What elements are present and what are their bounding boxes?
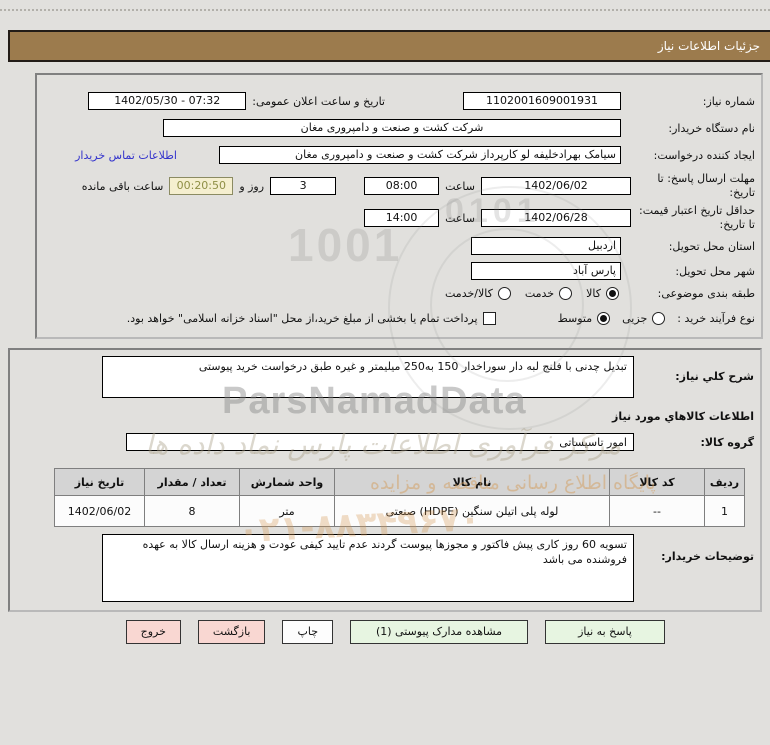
radio-option-service[interactable]: خدمت [524,287,573,300]
treasury-checkbox-option[interactable]: پرداخت تمام یا بخشی از مبلغ خرید،از محل … [127,312,496,325]
row-price-validity: حداقل تاریخ اعتبار قیمت: تا تاریخ: 1402/… [43,204,755,232]
top-divider [0,9,770,11]
respond-to-need-button[interactable]: پاسخ به نیاز [545,620,665,644]
announce-label: تاریخ و ساعت اعلان عمومی: [252,94,385,108]
reply-deadline-hour-label: ساعت [445,179,475,193]
action-buttons: پاسخ به نیاز مشاهده مدارک پیوستی (1) چاپ… [0,620,770,644]
goods-section-title: اطلاعات كالاهاي مورد نياز [612,410,754,423]
announce-field[interactable]: 07:32 - 1402/05/30 [88,92,247,110]
cell-row-no: 1 [704,495,745,527]
radio-icon[interactable] [606,287,619,300]
process-type-label: نوع فرآیند خرید : [677,312,755,325]
radio-option-label: جزیی [622,312,648,325]
radio-icon[interactable] [559,287,573,300]
exit-button[interactable]: خروج [125,620,181,644]
reply-deadline-time-field[interactable]: 08:00 [364,177,440,195]
radio-option-label: کالا/خدمت [445,287,493,300]
col-header-row-no: ردیف [704,468,745,496]
row-process-type: نوع فرآیند خرید : جزیی متوسط پرداخت تمام… [43,312,755,325]
classification-label: طبقه بندی موضوعی: [657,287,755,300]
buyer-notes-label: توضيحات خريدار: [661,550,754,563]
province-label: استان محل تحویل: [668,239,755,253]
cell-unit: متر [239,495,335,527]
buyer-org-field[interactable]: شرکت کشت و صنعت و دامپروری مغان [163,119,621,137]
radio-icon[interactable] [597,312,611,325]
row-classification: طبقه بندی موضوعی: کالا خدمت کالا/خدمت [43,287,755,300]
radio-option-label: خدمت [524,287,555,300]
price-validity-label: حداقل تاریخ اعتبار قیمت: تا تاریخ: [639,204,755,231]
col-header-item-code: کد کالا [609,468,705,496]
goods-group-field[interactable]: امور تاسیساتی [126,433,634,451]
row-need-number: شماره نیاز: 1102001609001931 تاریخ و ساع… [43,92,755,110]
cell-need-date: 1402/06/02 [54,495,145,527]
goods-table-header-row: ردیف کد کالا نام کالا واحد شمارش تعداد /… [54,468,745,496]
radio-option-medium[interactable]: متوسط [558,312,611,325]
radio-icon[interactable] [652,312,666,325]
creator-field[interactable]: سیامک بهرادخلیفه لو کارپرداز شرکت کشت و … [219,146,621,164]
creator-label: ایجاد کننده درخواست: [653,148,755,162]
col-header-quantity: تعداد / مقدار [144,468,240,496]
days-label: روز و [239,179,265,193]
need-content-panel: شرح کلي نياز: تبدیل چدنی با فلنج لبه دار… [8,348,762,612]
need-description-field[interactable]: تبدیل چدنی با فلنج لبه دار سوراخدار 150 … [102,356,634,398]
need-details-panel: شماره نیاز: 1102001609001931 تاریخ و ساع… [35,73,763,339]
radio-option-goods-service[interactable]: کالا/خدمت [445,287,511,300]
radio-option-label: کالا [586,287,601,300]
col-header-item-name: نام کالا [334,468,610,496]
city-field[interactable]: پارس آباد [471,262,621,280]
price-validity-date-field[interactable]: 1402/06/28 [481,209,631,227]
row-city: شهر محل تحویل: پارس آباد [43,262,755,280]
buyer-contact-link[interactable]: اطلاعات تماس خریدار [75,149,177,162]
province-field[interactable]: اردبیل [471,237,621,255]
treasury-checkbox-label: پرداخت تمام یا بخشی از مبلغ خرید،از محل … [126,312,478,325]
cell-item-code: -- [609,495,705,527]
print-button[interactable]: چاپ [282,620,333,644]
buyer-org-label: نام دستگاه خریدار: [668,121,755,135]
time-remaining-badge: 00:20:50 [169,177,234,195]
col-header-unit: واحد شمارش [239,468,335,496]
goods-group-label: گروه کالا: [700,436,754,449]
cell-item-name: لوله پلی اتیلن سنگین (HDPE) صنعتی [334,495,610,527]
city-label: شهر محل تحویل: [675,264,755,278]
checkbox-icon[interactable] [482,312,496,325]
row-province: استان محل تحویل: اردبیل [43,237,755,255]
need-description-label: شرح کلي نياز: [675,370,754,383]
reply-deadline-date-field[interactable]: 1402/06/02 [481,177,631,195]
reply-deadline-label: مهلت ارسال پاسخ: تا تاریخ: [657,172,755,199]
goods-table: ردیف کد کالا نام کالا واحد شمارش تعداد /… [54,468,745,527]
row-creator: ایجاد کننده درخواست: سیامک بهرادخلیفه لو… [43,146,755,164]
need-number-label: شماره نیاز: [702,94,755,108]
row-buyer-org: نام دستگاه خریدار: شرکت کشت و صنعت و دام… [43,119,755,137]
radio-icon[interactable] [497,287,511,300]
radio-option-goods[interactable]: کالا [586,287,619,300]
radio-option-partial[interactable]: جزیی [622,312,666,325]
view-attached-docs-button[interactable]: مشاهده مدارک پیوستی (1) [350,620,528,644]
need-number-field[interactable]: 1102001609001931 [463,92,621,110]
col-header-need-date: تاریخ نیاز [54,468,145,496]
page-title: جزئیات اطلاعات نیاز [8,30,770,62]
price-validity-time-field[interactable]: 14:00 [364,209,440,227]
table-row: 1 -- لوله پلی اتیلن سنگین (HDPE) صنعتی م… [54,495,745,527]
row-reply-deadline: مهلت ارسال پاسخ: تا تاریخ: 1402/06/02 سا… [43,172,755,200]
price-validity-hour-label: ساعت [445,211,475,225]
buyer-notes-field[interactable]: تسویه 60 روز کاری پیش فاکتور و مجوزها پی… [102,534,634,602]
cell-quantity: 8 [144,495,240,527]
radio-option-label: متوسط [557,312,593,325]
days-remaining-field[interactable]: 3 [270,177,337,195]
time-remaining-label: ساعت باقی مانده [81,179,164,193]
back-button[interactable]: بازگشت [197,620,266,644]
